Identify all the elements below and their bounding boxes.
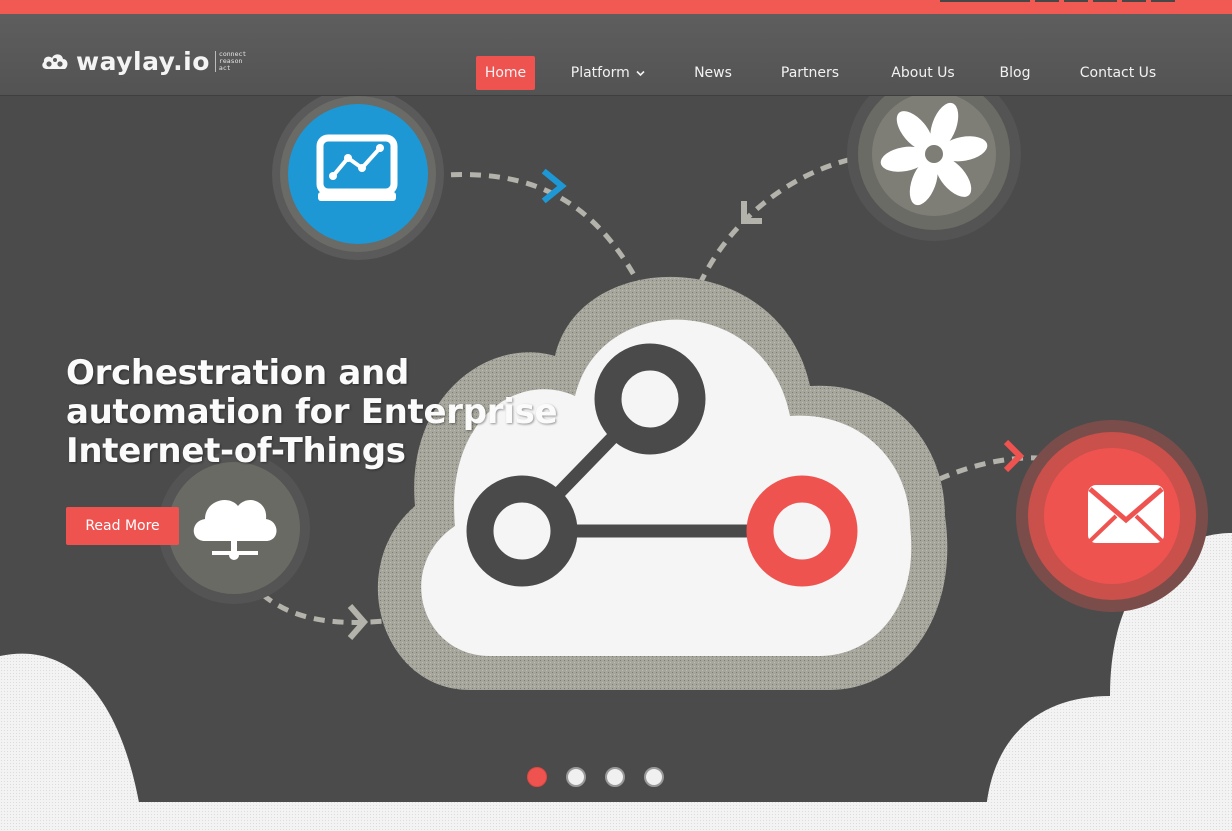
- nav-item-label: Platform: [570, 65, 630, 81]
- main-navbar: waylay.io connect reason act Home Platfo…: [0, 14, 1232, 96]
- headline-line: automation for Enterprise: [66, 392, 558, 432]
- carousel-dot[interactable]: [566, 767, 586, 787]
- social-link[interactable]: [1151, 0, 1175, 2]
- top-bar-button[interactable]: [940, 0, 1030, 2]
- social-link[interactable]: [1035, 0, 1059, 2]
- chevron-down-icon: [636, 70, 645, 76]
- nav-item-label: About Us: [891, 65, 955, 81]
- arrow-blue: [541, 168, 567, 204]
- nav-item-platform[interactable]: Platform: [568, 56, 648, 90]
- headline-line: Internet-of-Things: [66, 431, 406, 471]
- carousel-indicators: [527, 767, 677, 791]
- nav-item-partners[interactable]: Partners: [776, 56, 844, 90]
- arrow-red: [1003, 439, 1025, 473]
- nav-item-home[interactable]: Home: [476, 56, 535, 90]
- nav-item-label: News: [694, 65, 732, 81]
- nav-item-blog[interactable]: Blog: [995, 56, 1035, 90]
- chart-monitor-icon[interactable]: [272, 96, 444, 260]
- social-link[interactable]: [1064, 0, 1088, 2]
- flower-icon[interactable]: [847, 96, 1021, 241]
- brand-name: waylay.io: [76, 46, 210, 76]
- nav-item-label: Partners: [780, 65, 840, 81]
- central-cloud: [377, 276, 948, 690]
- nav-item-label: Blog: [999, 65, 1031, 81]
- tagline-line: act: [218, 63, 231, 72]
- hero-headline: Orchestration and automation for Enterpr…: [66, 354, 586, 471]
- cloud-logo-icon: [42, 54, 68, 69]
- nav-item-news[interactable]: News: [688, 56, 738, 90]
- nav-item-label: Contact Us: [1079, 65, 1157, 81]
- carousel-dot[interactable]: [605, 767, 625, 787]
- nav-item-contact-us[interactable]: Contact Us: [1073, 56, 1163, 90]
- nav-item-label: Home: [484, 65, 527, 81]
- top-accent-bar: [0, 0, 1232, 14]
- cloud-network-icon[interactable]: [158, 452, 310, 604]
- envelope-icon[interactable]: [1016, 420, 1208, 612]
- primary-nav: Home Platform News Partners About Us Blo…: [476, 56, 1232, 90]
- hero-slider: Orchestration and automation for Enterpr…: [0, 96, 1232, 831]
- headline-line: Orchestration and: [66, 353, 409, 393]
- brand-logo[interactable]: waylay.io connect reason act: [40, 46, 246, 76]
- hero-bottom-strip: [0, 802, 1232, 831]
- brand-tagline: connect reason act: [214, 50, 246, 72]
- social-link[interactable]: [1122, 0, 1146, 2]
- social-link[interactable]: [1093, 0, 1117, 2]
- nav-item-about-us[interactable]: About Us: [883, 56, 963, 90]
- carousel-dot[interactable]: [644, 767, 664, 787]
- read-more-button[interactable]: Read More: [66, 507, 179, 545]
- carousel-dot[interactable]: [527, 767, 547, 787]
